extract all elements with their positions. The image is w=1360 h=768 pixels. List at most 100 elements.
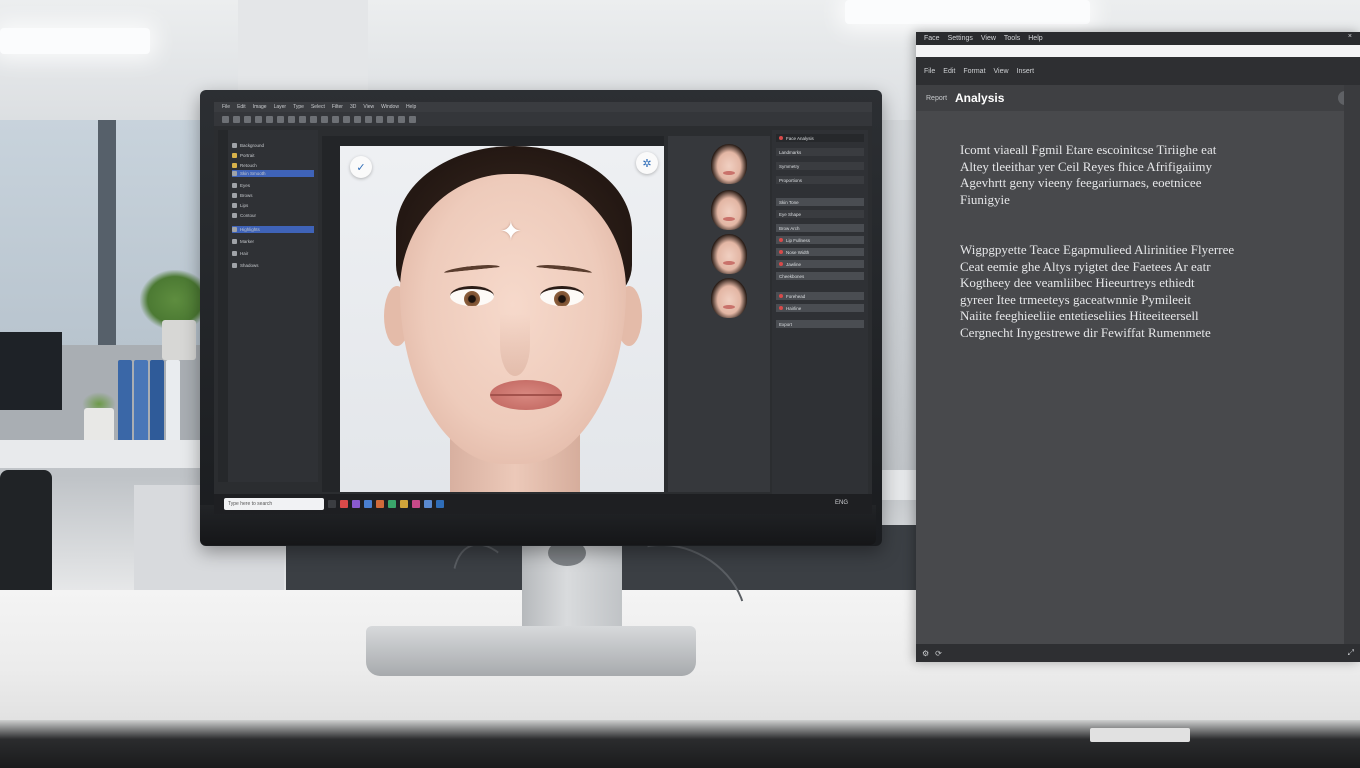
toolbar-item[interactable]: View [994, 68, 1009, 75]
filter-icon[interactable] [387, 115, 394, 123]
panel-header: Report Analysis [916, 85, 1360, 111]
layer-row[interactable]: Retouch [232, 162, 314, 169]
property-row[interactable]: Landmarks [776, 148, 864, 156]
portrait-canvas[interactable]: ✦ ✓ ✲ [340, 146, 664, 492]
titlebar-item[interactable]: Help [1028, 35, 1042, 42]
layer-row-selected[interactable]: Skin Smooth [232, 170, 314, 177]
menu-item[interactable]: Window [381, 104, 399, 110]
menu-item[interactable]: Filter [332, 104, 343, 110]
face-thumbnail[interactable] [711, 278, 747, 318]
property-row[interactable]: Jawline [776, 260, 864, 268]
layer-row[interactable]: Shadows [232, 262, 314, 269]
layer-icon [232, 203, 237, 208]
face-thumbnail[interactable] [711, 234, 747, 274]
task-view-icon[interactable] [328, 500, 336, 508]
folder-icon [232, 163, 237, 168]
property-row[interactable]: Hairline [776, 304, 864, 312]
property-row[interactable]: Forehead [776, 292, 864, 300]
warp-icon[interactable] [354, 115, 361, 123]
align-icon[interactable] [321, 115, 328, 123]
menu-item[interactable]: Select [311, 104, 325, 110]
app-icon[interactable] [424, 500, 432, 508]
menu-item[interactable]: Layer [274, 104, 287, 110]
layer-row[interactable]: Lips [232, 202, 314, 209]
app-icon[interactable] [400, 500, 408, 508]
face-thumbnail[interactable] [711, 144, 747, 184]
titlebar-item[interactable]: Face [924, 35, 940, 42]
menu-item[interactable]: 3D [350, 104, 356, 110]
property-row[interactable]: Skin Tone [776, 198, 864, 206]
sync-icon[interactable]: ⟳ [935, 649, 942, 658]
layer-row[interactable]: Contour [232, 212, 314, 219]
face-thumbnail[interactable] [711, 190, 747, 230]
property-row[interactable]: Nose Width [776, 248, 864, 256]
menu-item[interactable]: Edit [237, 104, 246, 110]
os-taskbar: Type here to search [214, 494, 872, 514]
app-icon[interactable] [376, 500, 384, 508]
expand-icon[interactable]: ⤢ [1348, 648, 1354, 658]
crop-tool-icon[interactable] [255, 115, 262, 123]
history-icon[interactable] [398, 115, 405, 123]
sparkle-marker-icon[interactable]: ✦ [500, 216, 522, 247]
brush-tool-icon[interactable] [266, 115, 273, 123]
property-row[interactable]: Cheekbones [776, 272, 864, 280]
taskbar-search-input[interactable]: Type here to search [224, 498, 324, 510]
system-tray[interactable]: ENG [835, 500, 848, 506]
check-icon[interactable]: ✓ [350, 156, 372, 178]
folder-icon [232, 153, 237, 158]
menu-item[interactable]: Help [406, 104, 416, 110]
move-tool-icon[interactable] [222, 115, 229, 123]
text-tool-icon[interactable] [288, 115, 295, 123]
titlebar-item[interactable]: Settings [948, 35, 973, 42]
scrollbar[interactable] [1344, 85, 1360, 645]
property-row[interactable]: Export [776, 320, 864, 328]
app-icon[interactable] [388, 500, 396, 508]
app-icon[interactable] [412, 500, 420, 508]
layer-row[interactable]: Marker [232, 238, 314, 245]
binder [118, 360, 132, 442]
layer-icon [232, 171, 237, 176]
layer-row[interactable]: Background [232, 142, 314, 149]
app-icon[interactable] [364, 500, 372, 508]
office-chair [0, 470, 52, 610]
alert-dot-icon [779, 238, 783, 242]
transform-icon[interactable] [343, 115, 350, 123]
layer-row[interactable]: Portrait [232, 152, 314, 159]
layer-row[interactable]: Brows [232, 192, 314, 199]
settings-icon[interactable]: ⚙ [922, 649, 929, 658]
menu-item[interactable]: File [222, 104, 230, 110]
property-row[interactable]: Brow Arch [776, 224, 864, 232]
app-icon[interactable] [340, 500, 348, 508]
toolbar-item[interactable]: File [924, 68, 935, 75]
menu-item[interactable]: Type [293, 104, 304, 110]
zoom-tool-icon[interactable] [299, 115, 306, 123]
adjust-icon[interactable] [376, 115, 383, 123]
property-row[interactable]: Eye Shape [776, 210, 864, 218]
settings-icon[interactable]: ✲ [636, 152, 658, 174]
layers-icon[interactable] [409, 115, 416, 123]
toolbar-item[interactable]: Format [963, 68, 985, 75]
titlebar-item[interactable]: Tools [1004, 35, 1020, 42]
property-row[interactable]: Face Analysis [776, 134, 864, 142]
eraser-tool-icon[interactable] [277, 115, 284, 123]
hand-tool-icon[interactable] [310, 115, 317, 123]
address-bar[interactable] [916, 45, 1360, 57]
app-icon[interactable] [352, 500, 360, 508]
layer-row[interactable]: Hair [232, 250, 314, 257]
property-row[interactable]: Proportions [776, 176, 864, 184]
menu-item[interactable]: View [363, 104, 374, 110]
toolbar-item[interactable]: Insert [1017, 68, 1035, 75]
titlebar-item[interactable]: View [981, 35, 996, 42]
close-icon[interactable]: × [1348, 33, 1352, 40]
app-icon[interactable] [436, 500, 444, 508]
property-row[interactable]: Lip Fullness [776, 236, 864, 244]
menu-item[interactable]: Image [253, 104, 267, 110]
select-tool-icon[interactable] [233, 115, 240, 123]
layer-row-selected[interactable]: Highlights [232, 226, 314, 233]
lasso-tool-icon[interactable] [244, 115, 251, 123]
layer-row[interactable]: Eyes [232, 182, 314, 189]
distribute-icon[interactable] [332, 115, 339, 123]
property-row[interactable]: Symmetry [776, 162, 864, 170]
toolbar-item[interactable]: Edit [943, 68, 955, 75]
mask-icon[interactable] [365, 115, 372, 123]
